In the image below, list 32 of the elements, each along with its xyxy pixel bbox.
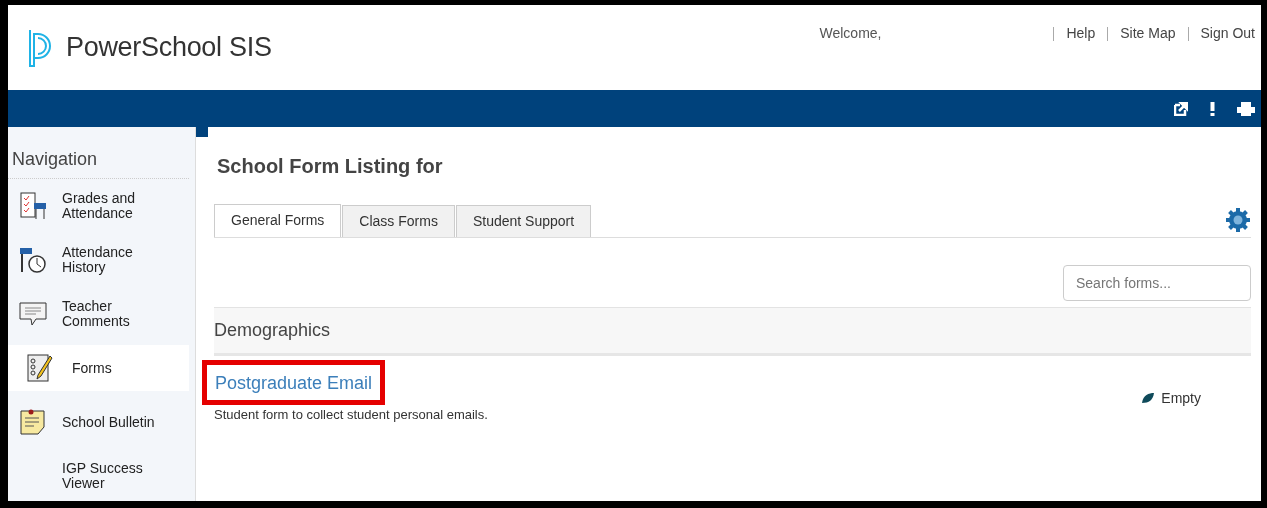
form-link[interactable]: Postgraduate Email bbox=[202, 360, 386, 405]
nav-item[interactable]: Attendance History bbox=[8, 233, 195, 287]
alert-icon[interactable] bbox=[1210, 101, 1215, 116]
tab[interactable]: Class Forms bbox=[342, 205, 455, 237]
form-pencil-icon bbox=[24, 353, 54, 383]
header-link[interactable]: Site Map bbox=[1120, 25, 1176, 41]
logo-icon bbox=[28, 27, 52, 68]
external-link-icon[interactable] bbox=[1174, 101, 1188, 116]
settings-icon[interactable] bbox=[1225, 207, 1251, 233]
header-link[interactable]: Sign Out bbox=[1200, 25, 1255, 41]
welcome-text: Welcome, bbox=[819, 25, 882, 41]
page-title: School Form Listing for bbox=[216, 154, 444, 179]
section-header: Demographics bbox=[214, 307, 1251, 356]
form-status: Empty bbox=[1161, 390, 1201, 406]
leaf-icon bbox=[1141, 392, 1156, 404]
nav-item[interactable]: Grades and Attendance bbox=[8, 179, 195, 233]
form-description: Student form to collect student personal emails. bbox=[213, 407, 488, 422]
header-link[interactable]: Help bbox=[1066, 25, 1096, 41]
desk-clock-icon bbox=[18, 245, 48, 275]
tab[interactable]: General Forms bbox=[214, 204, 342, 237]
product-name: PowerSchool SIS bbox=[66, 32, 272, 63]
checklist-desk-icon bbox=[18, 191, 48, 221]
nav-item[interactable]: Teacher Comments bbox=[8, 287, 195, 341]
nav-item[interactable]: IGP Success Viewer bbox=[8, 449, 195, 501]
nav-item[interactable]: School Bulletin bbox=[8, 395, 195, 449]
bulletin-note-icon bbox=[18, 407, 48, 437]
navigation-title: Navigation bbox=[8, 127, 189, 179]
collapse-toggle[interactable] bbox=[196, 127, 208, 137]
print-icon[interactable] bbox=[1237, 101, 1255, 116]
search-field[interactable]: Search forms... bbox=[1063, 265, 1251, 301]
tab[interactable]: Student Support bbox=[455, 205, 592, 237]
nav-item[interactable]: Forms bbox=[8, 345, 189, 391]
